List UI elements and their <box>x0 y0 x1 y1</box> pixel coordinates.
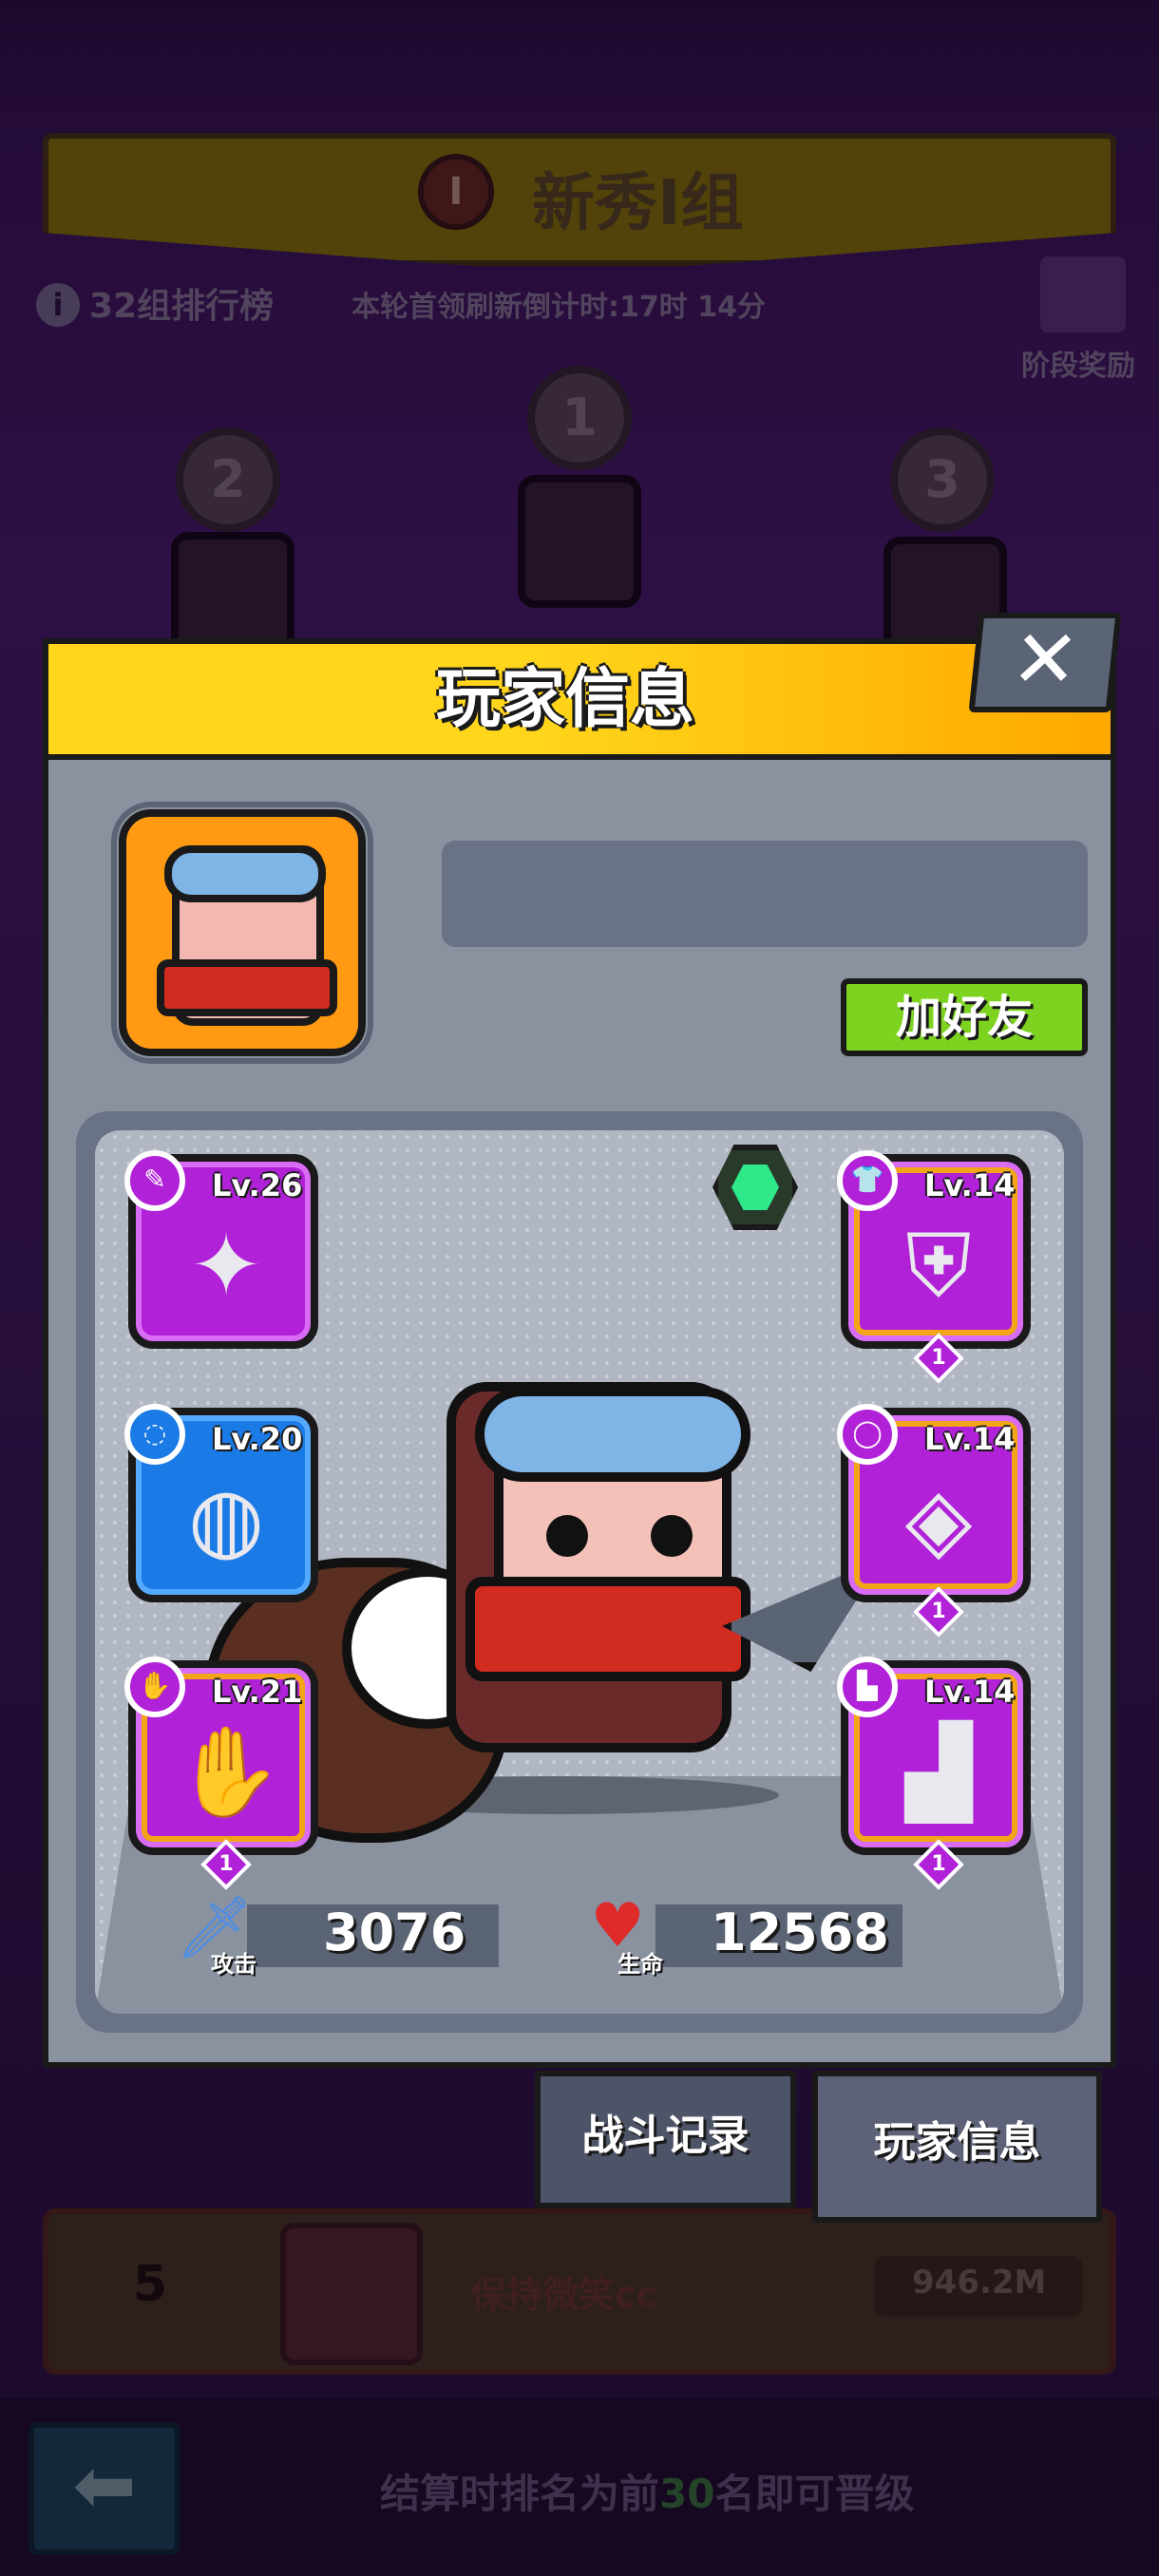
add-friend-button[interactable]: 加好友 <box>841 978 1088 1056</box>
glove-icon: ✋ <box>174 1721 283 1823</box>
tab-player-info[interactable]: 玩家信息 <box>812 2071 1102 2223</box>
avatar-scarf <box>157 959 337 1016</box>
equip-slot-armor[interactable]: 👕 Lv.14 ⛨ 1 <box>837 1150 1031 1384</box>
equip-slot-gloves[interactable]: ✋ Lv.21 ✋ 1 <box>124 1657 318 1890</box>
attack-value: 3076 <box>323 1903 466 1962</box>
gloves-tier: 1 <box>218 1852 234 1876</box>
hero-eye-left <box>546 1515 588 1557</box>
avatar-goggles <box>164 845 326 902</box>
kunai-icon: ✦ <box>189 1215 263 1316</box>
hero-goggles <box>475 1387 750 1482</box>
boots-type-icon: ▙ <box>837 1657 898 1717</box>
modal-title: 玩家信息 <box>435 662 694 737</box>
ring-icon: ◈ <box>904 1468 973 1570</box>
armor-tier: 1 <box>931 1346 946 1370</box>
weapon-level: Lv.26 <box>212 1167 303 1203</box>
armor-type-icon: 👕 <box>837 1150 898 1211</box>
hp-value: 12568 <box>711 1903 889 1962</box>
equip-slot-ring[interactable]: ◯ Lv.14 ◈ 1 <box>837 1404 1031 1638</box>
player-name-box <box>442 841 1088 947</box>
belt-level: Lv.20 <box>212 1421 303 1457</box>
ring-level: Lv.14 <box>924 1421 1016 1457</box>
weapon-type-icon: ✎ <box>124 1150 185 1211</box>
equip-slot-boots[interactable]: ▙ Lv.14 ▟ 1 <box>837 1657 1031 1890</box>
attack-caption: 攻击 <box>211 1951 256 1978</box>
player-avatar <box>111 802 373 1064</box>
close-button[interactable]: ✕ <box>968 613 1122 712</box>
boots-icon: ▟ <box>904 1721 973 1823</box>
hero-scarf <box>466 1577 750 1681</box>
close-icon: ✕ <box>1007 613 1084 706</box>
equip-slot-weapon[interactable]: ✎ Lv.26 ✦ <box>124 1150 318 1349</box>
belt-icon: ◍ <box>187 1468 265 1570</box>
equip-slot-belt[interactable]: ◌ Lv.20 ◍ <box>124 1404 318 1602</box>
armor-level: Lv.14 <box>924 1167 1016 1203</box>
tab-battle-log[interactable]: 战斗记录 <box>535 2071 796 2208</box>
hero-eye-right <box>651 1515 693 1557</box>
boots-tier: 1 <box>931 1852 946 1876</box>
ring-type-icon: ◯ <box>837 1404 898 1465</box>
hp-caption: 生命 <box>618 1951 663 1978</box>
ring-tier: 1 <box>931 1600 946 1623</box>
armor-icon: ⛨ <box>905 1215 972 1316</box>
gloves-type-icon: ✋ <box>124 1657 185 1717</box>
boots-level: Lv.14 <box>924 1674 1016 1710</box>
gloves-level: Lv.21 <box>212 1674 303 1710</box>
belt-type-icon: ◌ <box>124 1404 185 1465</box>
